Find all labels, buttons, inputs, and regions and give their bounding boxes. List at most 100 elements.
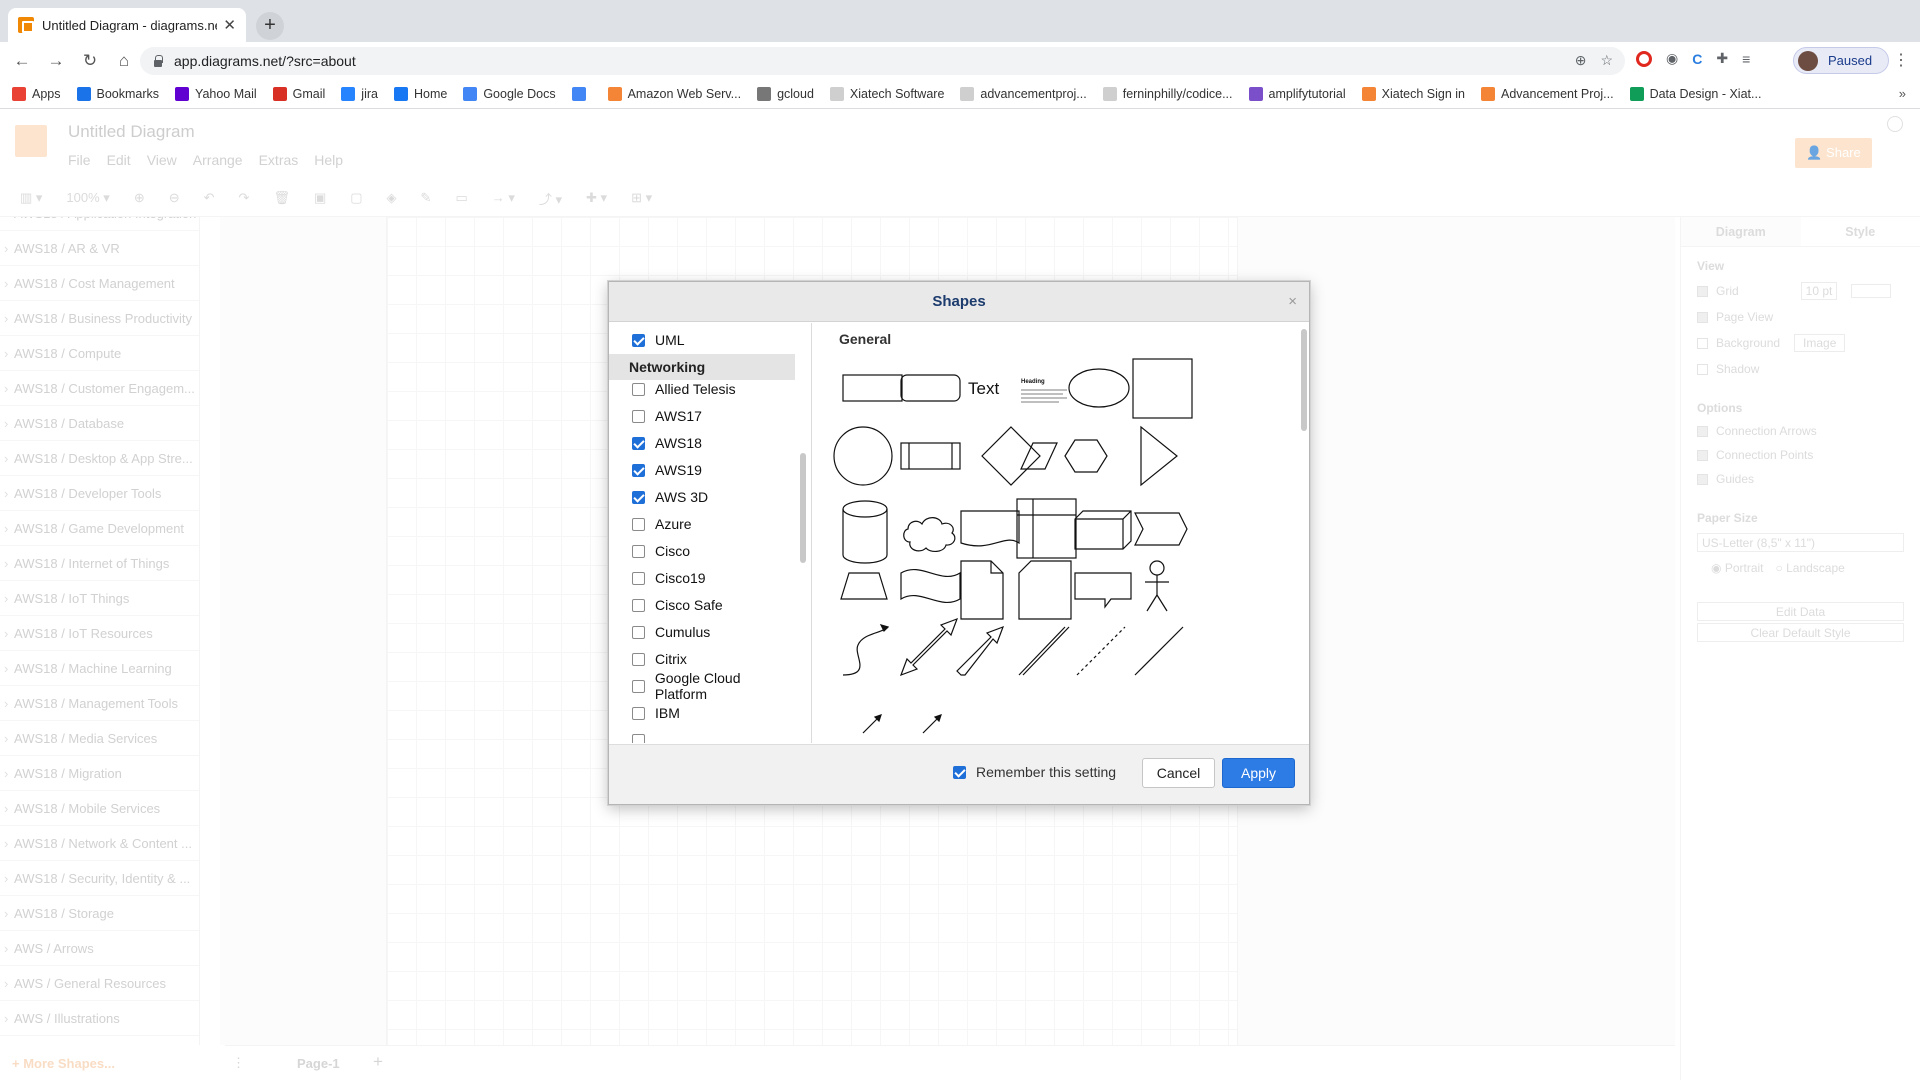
bookmark-item[interactable]: jira: [341, 86, 378, 101]
remember-label: Remember this setting: [976, 764, 1117, 780]
library-checkbox[interactable]: [632, 625, 645, 639]
bookmark-item[interactable]: advancementproj...: [960, 86, 1087, 101]
library-option-aws-3d[interactable]: AWS 3D: [609, 484, 795, 510]
extensions-puzzle-icon[interactable]: ✚: [1716, 50, 1728, 67]
library-label: Cisco19: [655, 570, 706, 586]
profile-button[interactable]: Paused: [1793, 47, 1889, 74]
bookmark-item[interactable]: Apps: [12, 86, 61, 101]
remember-checkbox[interactable]: [953, 765, 966, 779]
library-checkbox[interactable]: [632, 733, 645, 743]
library-option-google-cloud-platform[interactable]: Google Cloud Platform: [609, 670, 795, 702]
shape-preview: General Text Heading: [813, 323, 1309, 743]
bookmark-label: Advancement Proj...: [1501, 86, 1614, 101]
apply-button[interactable]: Apply: [1222, 758, 1295, 788]
github-icon: [829, 86, 844, 101]
bookmark-item[interactable]: gcloud: [757, 86, 814, 101]
note-shape: [960, 560, 1004, 620]
url-text: app.diagrams.net/?src=about: [174, 53, 356, 69]
text-shape: Text: [968, 379, 999, 398]
install-app-icon[interactable]: ⊕: [1575, 52, 1587, 69]
bookmark-label: advancementproj...: [980, 86, 1087, 101]
library-option-aws17[interactable]: AWS17: [609, 403, 795, 429]
bookmark-item[interactable]: Google Docs: [463, 86, 556, 101]
address-bar[interactable]: app.diagrams.net/?src=about ⊕ ☆: [140, 47, 1625, 75]
yahoo-mail-icon: [175, 86, 190, 101]
library-checkbox[interactable]: [632, 652, 645, 666]
tab-close-icon[interactable]: ✕: [223, 16, 236, 34]
media-queue-icon[interactable]: ≡: [1742, 51, 1750, 67]
square-shape: [1132, 358, 1193, 419]
dialog-footer: Remember this setting Cancel Apply: [609, 744, 1309, 804]
bookmark-item[interactable]: [571, 86, 592, 101]
list-item-partial[interactable]: [609, 727, 795, 743]
shape-library-list[interactable]: UML Networking Allied Telesis AWS17 AWS18 AWS…: [609, 323, 812, 743]
bookmark-item[interactable]: Xiatech Software: [829, 86, 945, 101]
library-option-ibm[interactable]: IBM: [609, 700, 795, 726]
bookmark-item[interactable]: ferninphilly/codice...: [1102, 86, 1233, 101]
library-label: AWS19: [655, 462, 702, 478]
process-shape: [900, 442, 961, 470]
library-option-cisco19[interactable]: Cisco19: [609, 565, 795, 591]
extension-c-icon[interactable]: C: [1692, 51, 1702, 67]
home-icon[interactable]: ⌂: [112, 49, 136, 73]
reload-icon[interactable]: ↻: [78, 49, 102, 73]
library-checkbox[interactable]: [632, 382, 645, 396]
browser-tab[interactable]: Untitled Diagram - diagrams.ne ✕: [8, 8, 246, 42]
list-scrollbar[interactable]: [800, 453, 806, 563]
bookmark-item[interactable]: amplifytutorial: [1248, 86, 1346, 101]
bookmark-star-icon[interactable]: ☆: [1600, 52, 1613, 69]
forward-icon[interactable]: →: [44, 49, 68, 73]
library-option-azure[interactable]: Azure: [609, 511, 795, 537]
bookmark-item[interactable]: Bookmarks: [76, 86, 160, 101]
bookmark-item[interactable]: Data Design - Xiat...: [1629, 86, 1762, 101]
browser-menu-icon[interactable]: ⋮: [1893, 50, 1909, 70]
library-option-allied-telesis[interactable]: Allied Telesis: [609, 376, 795, 402]
more-bookmarks-icon[interactable]: »: [1899, 86, 1906, 101]
library-checkbox[interactable]: [632, 706, 645, 720]
bookmark-item[interactable]: Xiatech Sign in: [1361, 86, 1466, 101]
aws-cube-icon: [1361, 86, 1376, 101]
library-checkbox[interactable]: [632, 490, 645, 504]
lock-icon: [152, 55, 164, 67]
library-checkbox[interactable]: [632, 333, 645, 347]
bookmark-label: Data Design - Xiat...: [1649, 86, 1762, 101]
back-icon[interactable]: ←: [10, 49, 34, 73]
library-checkbox[interactable]: [632, 544, 645, 558]
bookmark-item[interactable]: Home: [393, 86, 447, 101]
remember-setting-option[interactable]: Remember this setting: [953, 764, 1116, 780]
bookmark-label: Bookmarks: [96, 86, 160, 101]
library-option-aws19[interactable]: AWS19: [609, 457, 795, 483]
bookmarks-bar: Apps Bookmarks Yahoo Mail Gmail jira Home Goog…: [0, 79, 1920, 109]
cancel-button[interactable]: Cancel: [1142, 758, 1215, 788]
extension-circle-icon[interactable]: ◉: [1666, 50, 1678, 67]
amplify-icon: [1248, 86, 1263, 101]
bookmark-item[interactable]: Amazon Web Serv...: [607, 86, 741, 101]
bookmark-label: Xiatech Sign in: [1381, 86, 1466, 101]
bookmark-item[interactable]: Yahoo Mail: [175, 86, 257, 101]
bookmark-item[interactable]: Advancement Proj...: [1481, 86, 1614, 101]
library-checkbox[interactable]: [632, 409, 645, 423]
library-checkbox[interactable]: [632, 517, 645, 531]
library-option-cisco-safe[interactable]: Cisco Safe: [609, 592, 795, 618]
new-tab-button[interactable]: +: [256, 12, 284, 40]
library-checkbox[interactable]: [632, 463, 645, 477]
library-option-uml[interactable]: UML: [609, 327, 795, 353]
library-checkbox[interactable]: [632, 679, 645, 693]
library-checkbox[interactable]: [632, 436, 645, 450]
library-checkbox[interactable]: [632, 598, 645, 612]
library-option-citrix[interactable]: Citrix: [609, 646, 795, 672]
library-checkbox[interactable]: [632, 571, 645, 585]
document-shape: [960, 510, 1020, 547]
heading-shape: Heading: [1021, 379, 1045, 385]
bookmark-label: Apps: [32, 86, 61, 101]
library-option-cisco[interactable]: Cisco: [609, 538, 795, 564]
bookmark-label: Xiatech Software: [849, 86, 945, 101]
library-label: Azure: [655, 516, 692, 532]
close-icon[interactable]: ×: [1288, 282, 1297, 322]
library-label: IBM: [655, 705, 680, 721]
library-option-cumulus[interactable]: Cumulus: [609, 619, 795, 645]
circle-shape: [833, 426, 893, 486]
bookmark-item[interactable]: Gmail: [272, 86, 325, 101]
library-option-aws18[interactable]: AWS18: [609, 430, 795, 456]
opera-extension-icon[interactable]: [1636, 50, 1652, 67]
